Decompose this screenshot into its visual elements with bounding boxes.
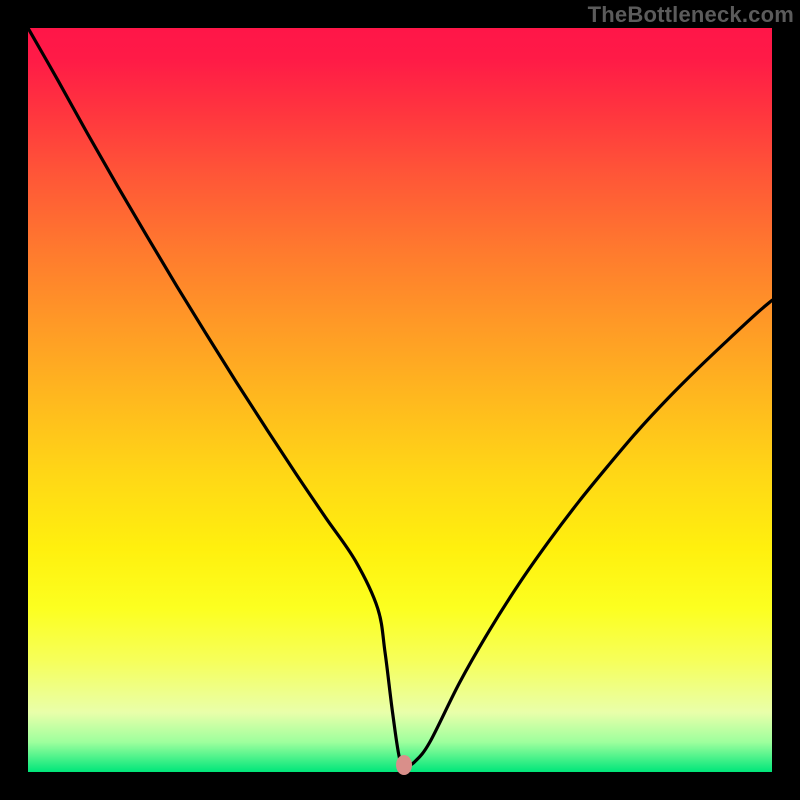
curve-svg [28,28,772,772]
watermark-text: TheBottleneck.com [588,2,794,28]
plot-area [28,28,772,772]
bottleneck-curve [28,28,772,765]
chart-frame: TheBottleneck.com [0,0,800,800]
curve-minimum-marker [396,755,412,775]
